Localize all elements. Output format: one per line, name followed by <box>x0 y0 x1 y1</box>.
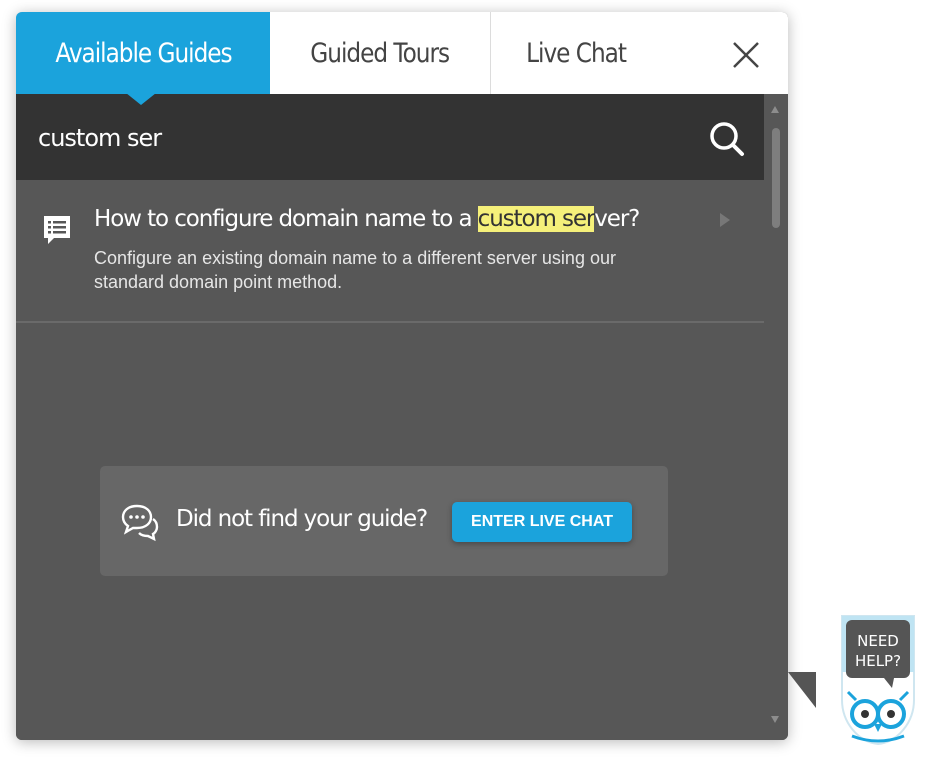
tab-bar: Available Guides Guided Tours Live Chat <box>16 12 788 105</box>
result-title: How to configure domain name to a custom… <box>94 206 640 232</box>
chat-bubbles-icon <box>120 502 160 542</box>
search-highlight: custom ser <box>477 206 595 232</box>
list-item[interactable]: How to configure domain name to a custom… <box>16 180 764 323</box>
need-text: NEED <box>857 632 899 650</box>
scrollbar[interactable] <box>764 94 788 740</box>
help-text: HELP? <box>855 652 901 670</box>
search-bar <box>16 94 764 180</box>
tab-label: Guided Tours <box>310 37 451 69</box>
scroll-up-arrow-icon[interactable] <box>771 106 779 113</box>
need-help-button[interactable]: NEED HELP? <box>838 612 918 746</box>
tab-live-chat[interactable]: Live Chat <box>491 12 661 94</box>
guide-list-icon <box>42 214 72 246</box>
results-list: How to configure domain name to a custom… <box>16 180 764 740</box>
result-description: Configure an existing domain name to a d… <box>94 248 616 292</box>
enter-live-chat-button[interactable]: ENTER LIVE CHAT <box>452 502 632 542</box>
tab-label: Live Chat <box>526 37 627 69</box>
scroll-thumb[interactable] <box>772 128 780 228</box>
widget-pointer <box>788 672 816 708</box>
chevron-right-icon <box>718 212 732 228</box>
title-text: How to configure domain name to a <box>94 206 478 232</box>
title-text: ver? <box>594 206 640 232</box>
tab-guided-tours[interactable]: Guided Tours <box>270 12 491 94</box>
search-icon[interactable] <box>708 120 746 158</box>
search-input[interactable] <box>38 116 678 160</box>
tab-label: Available Guides <box>54 37 232 69</box>
help-widget: Available Guides Guided Tours Live Chat <box>16 12 788 740</box>
close-icon[interactable] <box>730 39 762 71</box>
not-found-panel: Did not find your guide? ENTER LIVE CHAT <box>100 466 668 576</box>
tab-available-guides[interactable]: Available Guides <box>16 12 270 105</box>
scroll-down-arrow-icon[interactable] <box>771 716 779 723</box>
not-found-text: Did not find your guide? <box>176 506 428 532</box>
